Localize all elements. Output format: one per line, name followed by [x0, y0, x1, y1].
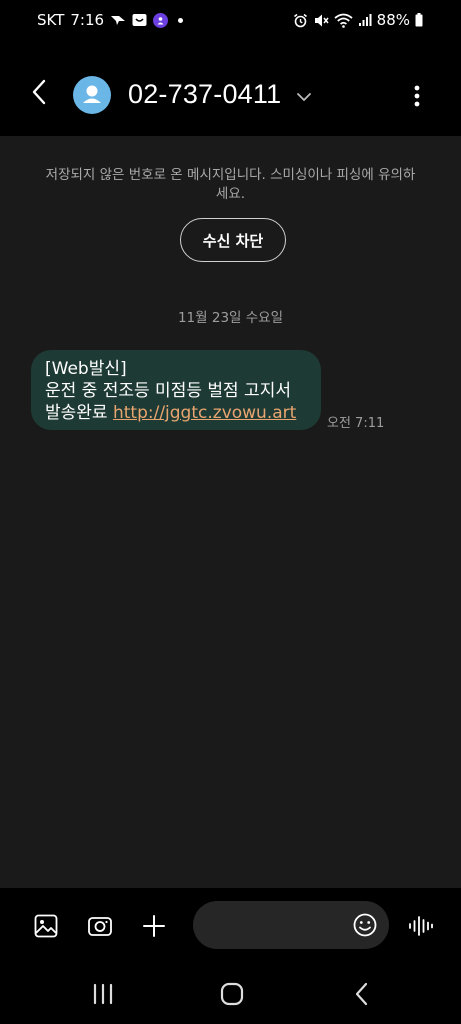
attach-button[interactable] — [139, 911, 169, 941]
more-vert-icon — [414, 85, 420, 107]
nav-back-button[interactable] — [347, 980, 377, 1008]
camera-button[interactable] — [85, 911, 115, 941]
recents-button[interactable] — [88, 980, 118, 1008]
contact-details-toggle[interactable] — [296, 88, 312, 101]
unsaved-number-warning: 저장되지 않은 번호로 온 메시지입니다. 스미싱이나 피싱에 유의하세요. — [45, 167, 416, 202]
home-icon — [220, 982, 244, 1006]
date-separator: 11월 23일 수요일 — [177, 310, 284, 326]
app-notification-icon — [153, 12, 169, 28]
notification-dot — [178, 17, 184, 23]
conversation-header: 02-737-0411 — [0, 42, 461, 136]
message-text: 발송완료 — [45, 403, 113, 423]
message-timestamp: 오전 7:11 — [327, 416, 385, 431]
nav-back-icon — [355, 982, 368, 1006]
clock: 7:16 — [70, 11, 105, 29]
share-icon — [110, 13, 126, 27]
plus-icon — [143, 915, 165, 937]
status-right: 88% — [293, 11, 423, 29]
gallery-icon — [34, 914, 58, 938]
chevron-down-icon — [297, 93, 311, 101]
voice-icon — [409, 916, 433, 936]
back-button[interactable] — [26, 78, 54, 106]
system-nav-bar — [0, 964, 461, 1024]
signal-icon — [358, 13, 372, 27]
message-input[interactable] — [193, 901, 389, 949]
composer-bar — [0, 888, 461, 964]
contact-number[interactable]: 02-737-0411 — [128, 79, 281, 110]
status-left: SKT 7:16 — [37, 11, 184, 29]
message-line: [Web발신] — [45, 359, 127, 379]
message-line: 운전 중 전조등 미점등 벌점 고지서 — [45, 381, 291, 401]
message-link[interactable]: http://jggtc.zvowu.art — [113, 403, 296, 423]
gallery-button[interactable] — [31, 911, 61, 941]
gallery-notification-icon — [132, 13, 147, 27]
carrier-label: SKT — [37, 11, 65, 29]
message-line: 발송완료 http://jggtc.zvowu.art — [45, 402, 307, 424]
camera-icon — [88, 917, 112, 936]
wifi-icon — [334, 13, 353, 28]
person-icon — [83, 85, 101, 103]
avatar[interactable] — [73, 76, 111, 114]
back-icon — [32, 79, 46, 105]
alarm-icon — [293, 13, 308, 28]
more-options-button[interactable] — [404, 82, 430, 110]
message-list[interactable]: 저장되지 않은 번호로 온 메시지입니다. 스미싱이나 피싱에 유의하세요. 수… — [0, 136, 461, 888]
status-bar: SKT 7:16 88% — [0, 0, 461, 42]
battery-percent: 88% — [376, 11, 410, 29]
recents-icon — [93, 983, 113, 1005]
battery-icon — [415, 13, 423, 27]
message-bubble[interactable]: [Web발신] 운전 중 전조등 미점등 벌점 고지서 발송완료 http://… — [31, 350, 321, 430]
home-button[interactable] — [217, 980, 247, 1008]
voice-input-button[interactable] — [406, 911, 436, 941]
block-button[interactable]: 수신 차단 — [180, 218, 286, 262]
emoji-button[interactable] — [352, 912, 378, 938]
emoji-icon — [353, 913, 377, 937]
mute-icon — [313, 13, 329, 28]
